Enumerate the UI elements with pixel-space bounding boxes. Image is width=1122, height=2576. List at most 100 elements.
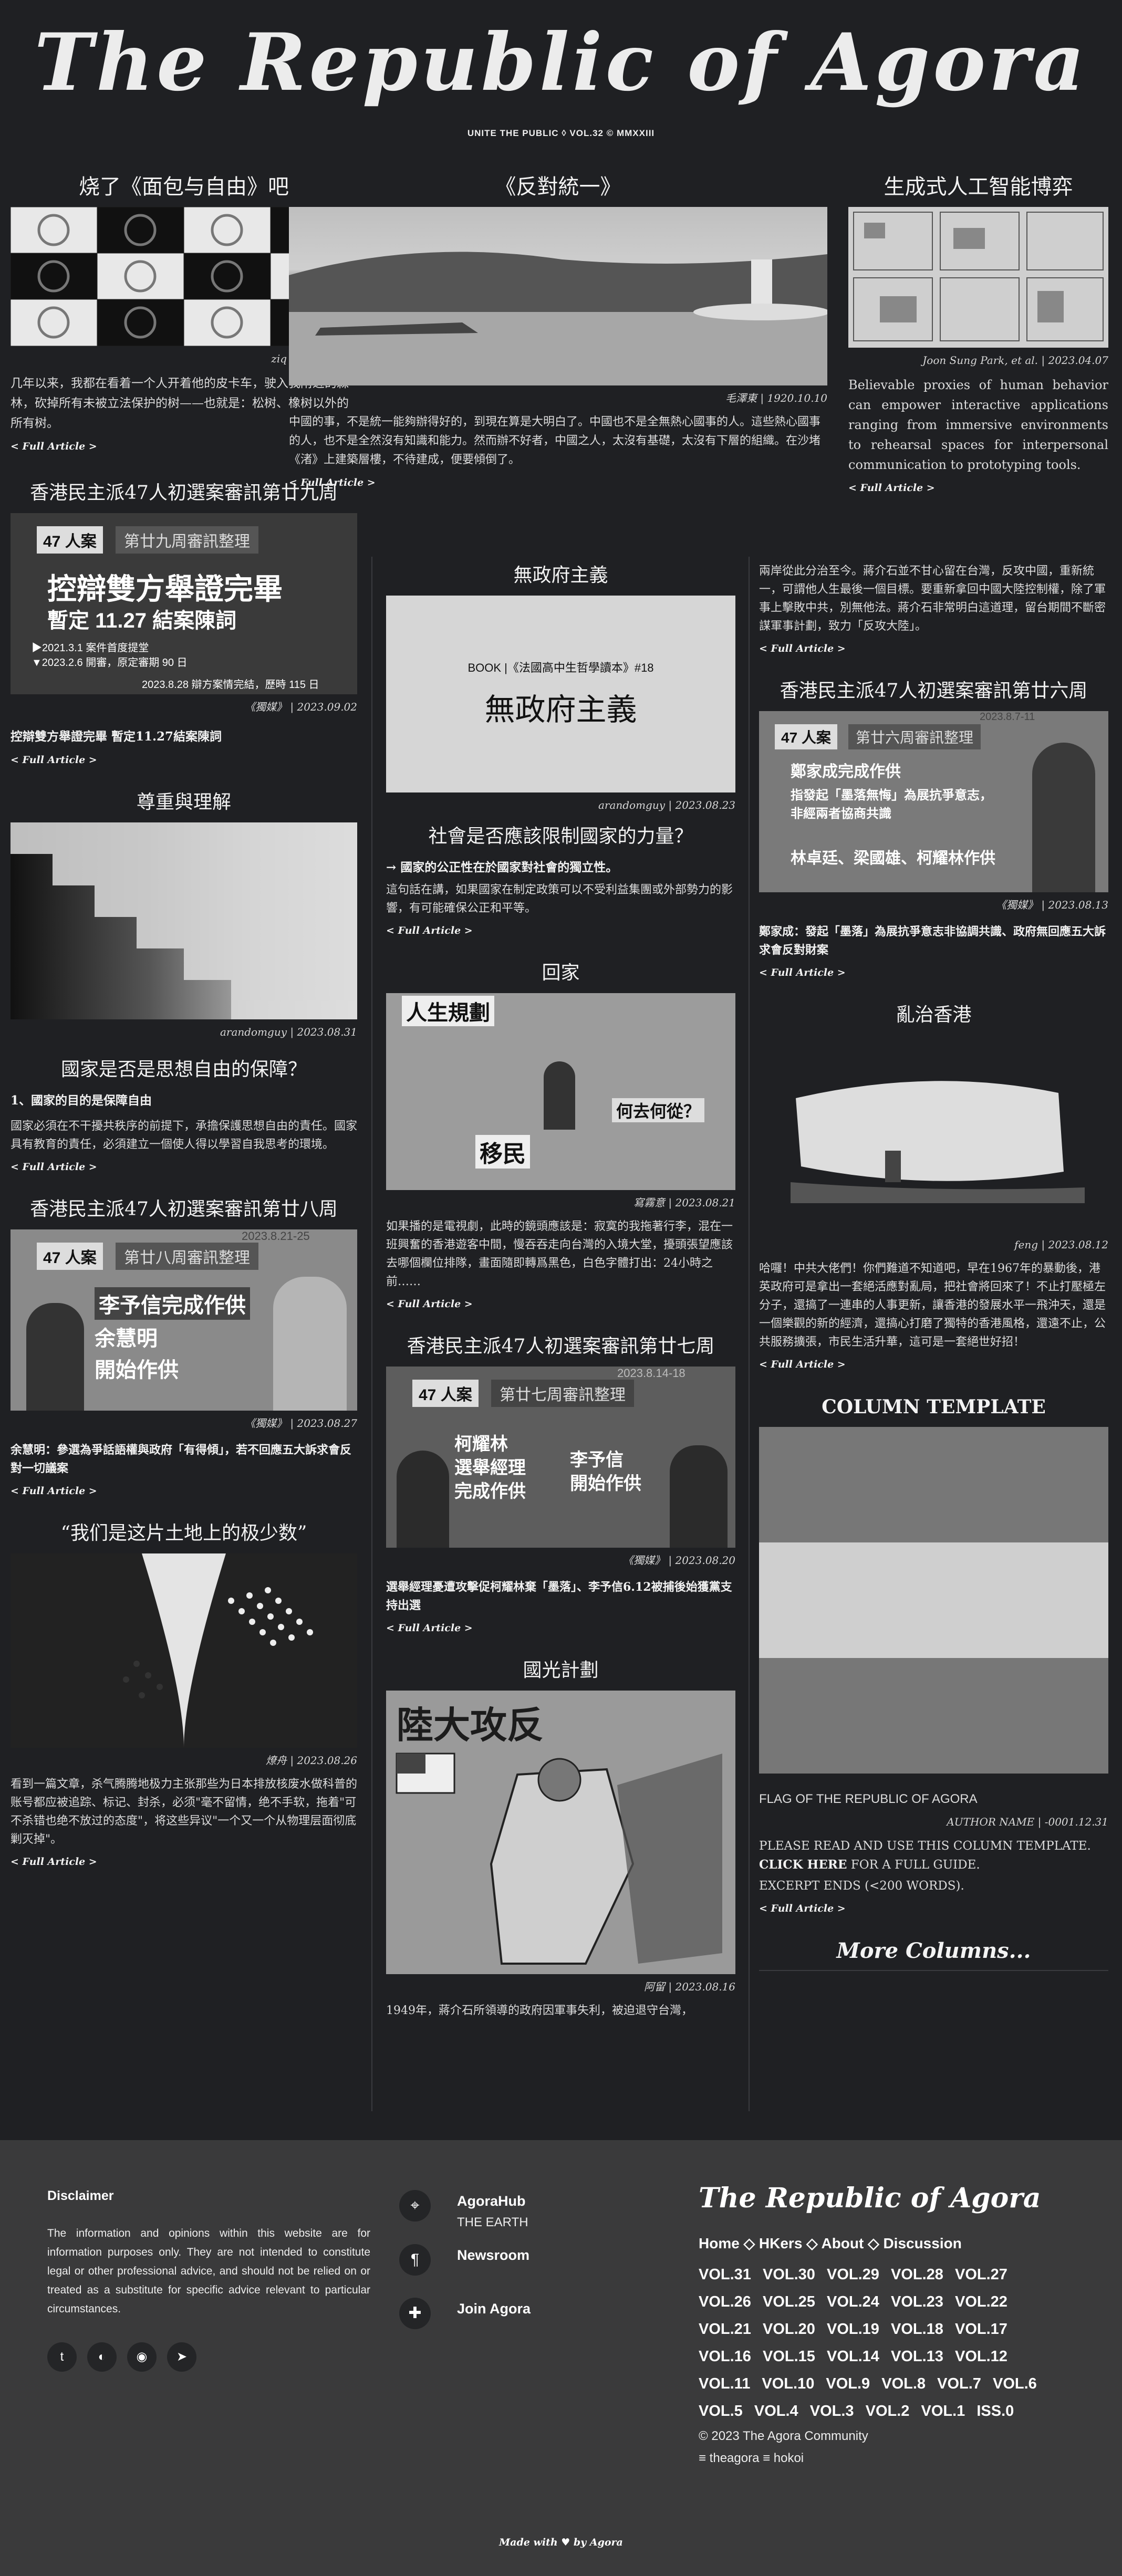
article-image[interactable]: 人生規劃 移民 何去何從？ bbox=[386, 993, 735, 1190]
full-article-link[interactable]: < Full Article > bbox=[759, 965, 1108, 981]
volume-link[interactable]: VOL.7 bbox=[937, 2375, 981, 2392]
more-columns-link[interactable]: More Columns... bbox=[759, 1937, 1108, 1971]
volume-link[interactable]: VOL.21 bbox=[699, 2321, 751, 2338]
headline: 開始作供 bbox=[95, 1359, 179, 1382]
headline-sub: 暫定 11.27 結案陳詞 bbox=[47, 609, 237, 632]
puzzle-icon: ✚ bbox=[399, 2298, 431, 2329]
full-article-link[interactable]: < Full Article > bbox=[11, 1854, 357, 1870]
nav-about[interactable]: About bbox=[821, 2235, 864, 2251]
article-title[interactable]: 《反對統一》 bbox=[289, 173, 827, 201]
full-article-link[interactable]: < Full Article > bbox=[289, 475, 827, 491]
reddit-icon[interactable]: ◉ bbox=[127, 2342, 157, 2372]
volume-link[interactable]: VOL.11 bbox=[699, 2375, 750, 2392]
full-article-link[interactable]: < Full Article > bbox=[386, 923, 735, 938]
twitter-icon[interactable]: t bbox=[47, 2342, 77, 2372]
article-title[interactable]: 香港民主派47人初選案審訊第廿七周 bbox=[386, 1333, 735, 1360]
full-article-link[interactable]: < Full Article > bbox=[11, 1159, 357, 1175]
article-byline: arandomguy | 2023.08.31 bbox=[220, 1026, 357, 1038]
article-title[interactable]: 社會是否應該限制國家的力量？ bbox=[386, 823, 735, 850]
volume-link[interactable]: VOL.5 bbox=[699, 2403, 743, 2419]
article-title[interactable]: 香港民主派47人初選案審訊第廿八周 bbox=[11, 1196, 357, 1223]
article-title[interactable]: 回家 bbox=[386, 960, 735, 987]
full-article-link[interactable]: < Full Article > bbox=[386, 1296, 735, 1312]
volume-link[interactable]: VOL.20 bbox=[763, 2321, 815, 2338]
article-title[interactable]: 生成式人工智能博弈 bbox=[848, 173, 1108, 201]
volume-link[interactable]: VOL.10 bbox=[762, 2375, 814, 2392]
telegram-icon[interactable]: ➤ bbox=[167, 2342, 196, 2372]
volume-link[interactable]: VOL.30 bbox=[763, 2266, 815, 2283]
article-image[interactable] bbox=[11, 1553, 357, 1748]
volume-link[interactable]: VOL.22 bbox=[955, 2293, 1007, 2310]
article-image[interactable] bbox=[848, 207, 1108, 348]
footer-brand[interactable]: The Republic of Agora bbox=[699, 2182, 1041, 2214]
nav-separator: ◇ bbox=[743, 2235, 755, 2251]
github-icon[interactable]: ◐ bbox=[87, 2342, 117, 2372]
volume-link[interactable]: VOL.19 bbox=[827, 2321, 879, 2338]
article-title[interactable]: 香港民主派47人初選案審訊第廿六周 bbox=[759, 677, 1108, 705]
volume-link[interactable]: VOL.6 bbox=[993, 2375, 1037, 2392]
volume-link[interactable]: VOL.2 bbox=[866, 2403, 910, 2419]
article-image[interactable] bbox=[759, 1035, 1108, 1232]
article-image[interactable]: 47 人案 第廿九周審訊整理 控辯雙方舉證完畢 暫定 11.27 結案陳詞 ▶2… bbox=[11, 513, 357, 694]
volume-link[interactable]: VOL.23 bbox=[891, 2293, 943, 2310]
article-image[interactable]: 陸大攻反 bbox=[386, 1691, 735, 1974]
volume-link[interactable]: VOL.24 bbox=[827, 2293, 879, 2310]
nav-home[interactable]: Home bbox=[699, 2235, 740, 2251]
article-title[interactable]: 國光計劃 bbox=[386, 1657, 735, 1684]
tagline: UNITE THE PUBLIC ◊ VOL.32 © MMXXIII bbox=[467, 128, 655, 138]
volume-link[interactable]: VOL.28 bbox=[891, 2266, 943, 2283]
volume-link[interactable]: VOL.4 bbox=[754, 2403, 798, 2419]
article-title[interactable]: 無政府主義 bbox=[386, 562, 735, 589]
nav-hkers[interactable]: HKers bbox=[759, 2235, 802, 2251]
article-card: 香港民主派47人初選案審訊第廿六周 47 人案 第廿六周審訊整理 2023.8.… bbox=[759, 677, 1108, 981]
volume-link[interactable]: VOL.17 bbox=[955, 2321, 1007, 2338]
timeline-item: ▼2023.2.6 開審，原定審期 90 日 bbox=[32, 657, 188, 669]
case-week: 第廿七周審訊整理 bbox=[491, 1380, 634, 1407]
full-article-link[interactable]: < Full Article > bbox=[759, 1357, 1108, 1372]
article-image[interactable]: BOOK |《法國高中生哲學讀本》#18 無政府主義 bbox=[386, 596, 735, 792]
volume-link[interactable]: VOL.1 bbox=[921, 2403, 965, 2419]
volume-link[interactable]: VOL.18 bbox=[891, 2321, 943, 2338]
article-image[interactable]: 47 人案 第廿八周審訊整理 2023.8.21-25 李予信完成作供 余慧明 … bbox=[11, 1229, 357, 1411]
volume-link[interactable]: VOL.15 bbox=[763, 2348, 815, 2365]
volume-link[interactable]: VOL.8 bbox=[881, 2375, 926, 2392]
volume-link[interactable]: VOL.16 bbox=[699, 2348, 751, 2365]
article-image[interactable]: 47 人案 第廿六周審訊整理 2023.8.7-11 鄭家成完成作供 指發起「墨… bbox=[759, 711, 1108, 892]
volume-link[interactable]: VOL.13 bbox=[891, 2348, 943, 2365]
volume-link[interactable]: VOL.14 bbox=[827, 2348, 879, 2365]
volume-link[interactable]: VOL.27 bbox=[955, 2266, 1007, 2283]
article-title[interactable]: COLUMN TEMPLATE bbox=[759, 1393, 1108, 1421]
flag-image[interactable] bbox=[759, 1427, 1108, 1774]
volume-link[interactable]: ISS.0 bbox=[976, 2403, 1014, 2419]
volume-link[interactable]: VOL.29 bbox=[827, 2266, 879, 2283]
full-article-link[interactable]: < Full Article > bbox=[11, 752, 357, 768]
click-here-link[interactable]: CLICK HERE bbox=[759, 1858, 847, 1872]
article-image[interactable] bbox=[11, 822, 357, 1019]
article-image[interactable]: 47 人案 第廿七周審訊整理 2023.8.14-18 柯耀林 選舉經理 完成作… bbox=[386, 1367, 735, 1548]
nav-discussion[interactable]: Discussion bbox=[883, 2235, 961, 2251]
full-article-link[interactable]: < Full Article > bbox=[759, 641, 1108, 656]
full-article-link[interactable]: < Full Article > bbox=[11, 1483, 357, 1499]
article-title[interactable]: 國家是否是思想自由的保障？ bbox=[11, 1056, 357, 1083]
volume-link[interactable]: VOL.25 bbox=[763, 2293, 815, 2310]
volume-link[interactable]: VOL.12 bbox=[955, 2348, 1007, 2365]
volume-link[interactable]: VOL.31 bbox=[699, 2266, 751, 2283]
full-article-link[interactable]: < Full Article > bbox=[848, 480, 1108, 496]
site-title[interactable]: The Republic of Agora bbox=[0, 13, 1122, 112]
article-card: “我们是这片土地上的极少数” 燎舟 | 2023.08.26 看到一篇文章，杀气… bbox=[11, 1520, 357, 1870]
case-date: 2023.8.14-18 bbox=[617, 1367, 685, 1380]
article-image[interactable] bbox=[289, 207, 827, 385]
article-title[interactable]: 亂治香港 bbox=[759, 1002, 1108, 1029]
social-handles[interactable]: ≡ theagora ≡ hokoi bbox=[699, 2451, 804, 2466]
volume-link[interactable]: VOL.26 bbox=[699, 2293, 751, 2310]
volume-link[interactable]: VOL.9 bbox=[826, 2375, 870, 2392]
disclaimer-text: The information and opinions within this… bbox=[47, 2227, 370, 2315]
article-title[interactable]: 尊重與理解 bbox=[11, 789, 357, 816]
full-article-link[interactable]: < Full Article > bbox=[759, 1901, 1108, 1916]
article-title[interactable]: “我们是这片土地上的极少数” bbox=[11, 1520, 357, 1547]
footer-link-sub: THE EARTH bbox=[457, 2215, 528, 2229]
headline: 余慧明 bbox=[95, 1327, 158, 1350]
volume-link[interactable]: VOL.3 bbox=[810, 2403, 854, 2419]
full-article-link[interactable]: < Full Article > bbox=[386, 1620, 735, 1636]
headline: 李予信完成作供 bbox=[95, 1287, 250, 1320]
